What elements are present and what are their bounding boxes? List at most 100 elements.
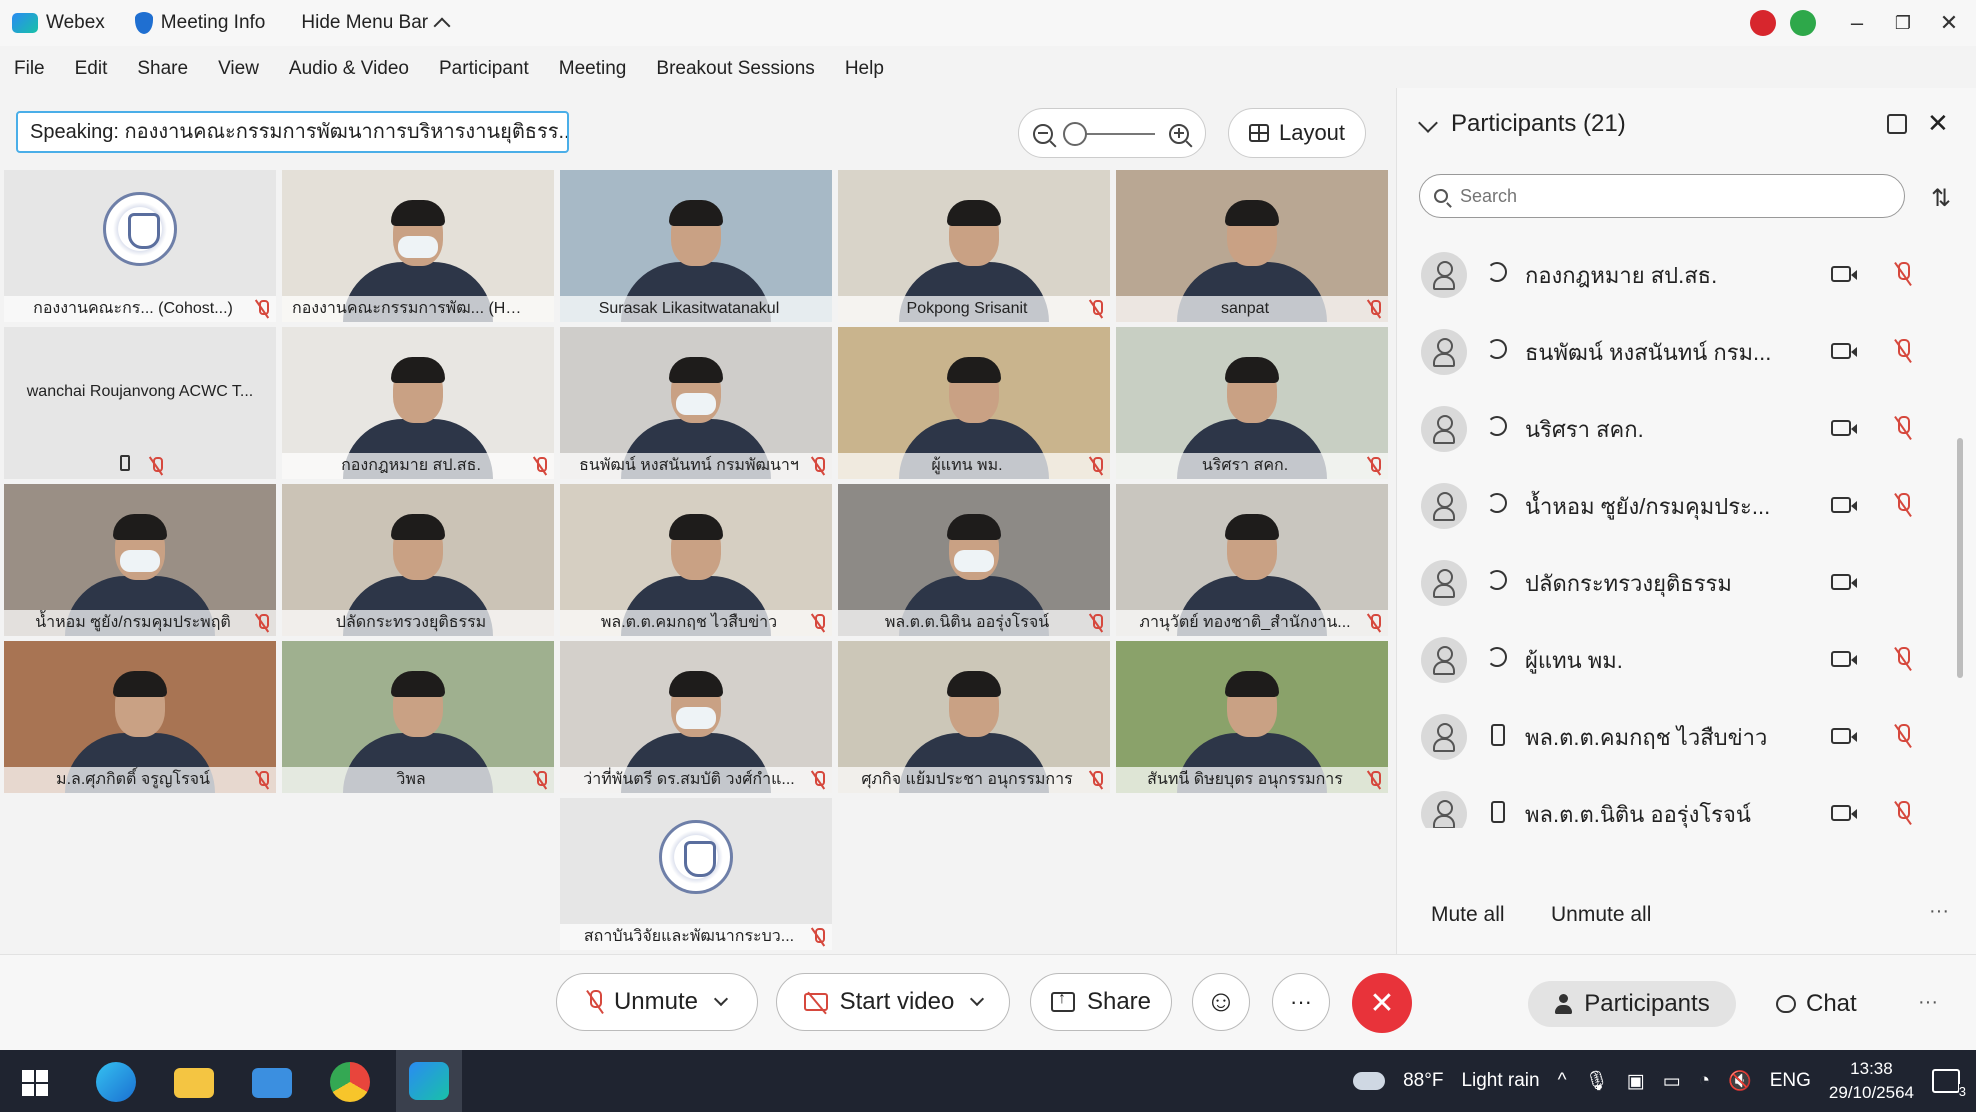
minimize-icon[interactable]: –	[1842, 8, 1872, 38]
edge-browser-icon[interactable]	[96, 1062, 136, 1102]
chevron-down-icon[interactable]	[713, 991, 729, 1007]
microphone-muted-icon[interactable]	[1895, 339, 1911, 363]
recording-indicator-icon[interactable]	[1750, 10, 1776, 36]
video-tile[interactable]: ผู้แทน พม.	[838, 327, 1110, 479]
participant-list-scrollbar[interactable]	[1955, 238, 1965, 878]
zoom-in-icon[interactable]	[1169, 124, 1189, 144]
camera-icon[interactable]	[1831, 728, 1857, 744]
unmute-all-button[interactable]: Unmute all	[1551, 903, 1651, 927]
microphone-muted-icon[interactable]	[1895, 416, 1911, 440]
menu-help[interactable]: Help	[845, 58, 884, 80]
hide-menu-bar-button[interactable]: Hide Menu Bar	[301, 12, 451, 35]
webex-taskbar-app[interactable]	[396, 1050, 462, 1112]
windows-start-icon[interactable]	[22, 1070, 48, 1096]
mail-icon[interactable]	[252, 1068, 292, 1098]
microphone-muted-icon[interactable]	[1895, 801, 1911, 825]
panel-more-options-button[interactable]: ···	[1929, 900, 1949, 923]
sort-icon[interactable]: ⇅	[1931, 184, 1951, 213]
participant-row[interactable]: กองกฎหมาย สป.สธ.	[1419, 238, 1929, 315]
unmute-button[interactable]: Unmute	[556, 973, 758, 1031]
video-tile[interactable]: กองกฎหมาย สป.สธ.	[282, 327, 554, 479]
start-video-button[interactable]: Start video	[776, 973, 1010, 1031]
close-window-icon[interactable]: ✕	[1934, 8, 1964, 38]
video-tile[interactable]: ธนพัฒน์ หงสนันทน์ กรมพัฒนาฯ	[560, 327, 832, 479]
menu-view[interactable]: View	[218, 58, 259, 80]
microphone-muted-icon[interactable]	[1895, 724, 1911, 748]
video-tile[interactable]: ภานุวัตย์ ทองชาติ_สำนักงาน...	[1116, 484, 1388, 636]
chevron-down-icon[interactable]	[970, 991, 985, 1007]
pop-out-icon[interactable]	[1887, 114, 1907, 134]
file-explorer-icon[interactable]	[174, 1068, 214, 1098]
share-button[interactable]: Share	[1030, 973, 1172, 1031]
participant-row[interactable]: พล.ต.ต.คมกฤช ไวสืบข่าว	[1419, 700, 1929, 777]
video-tile[interactable]: นริศรา สคก.	[1116, 327, 1388, 479]
close-panel-icon[interactable]: ✕	[1927, 108, 1949, 139]
temperature[interactable]: 88°F	[1403, 1070, 1443, 1092]
video-tile[interactable]: กองงานคณะกร... (Cohost...)	[4, 170, 276, 322]
collapse-panel-icon[interactable]	[1418, 113, 1438, 133]
toolbar-overflow-button[interactable]: ···	[1918, 991, 1938, 1014]
restore-icon[interactable]: ❐	[1888, 8, 1918, 38]
clock[interactable]: 13:38 29/10/2564	[1829, 1057, 1914, 1105]
layout-button[interactable]: Layout	[1228, 108, 1366, 158]
video-tile[interactable]: น้ำหอม ซูยัง/กรมคุมประพฤติ	[4, 484, 276, 636]
battery-icon[interactable]: ▭	[1663, 1070, 1681, 1093]
camera-icon[interactable]	[1831, 420, 1857, 436]
more-options-button[interactable]: ···	[1272, 973, 1330, 1031]
video-tile[interactable]: ว่าที่พันตรี ดร.สมบัติ วงศ์กำแ...	[560, 641, 832, 793]
camera-icon[interactable]	[1831, 805, 1857, 821]
weather-text[interactable]: Light rain	[1461, 1070, 1539, 1092]
video-tile[interactable]: สถาบันวิจัยและพัฒนากระบว...	[560, 798, 832, 950]
video-tile[interactable]: Surasak Likasitwatanakul	[560, 170, 832, 322]
camera-icon[interactable]	[1831, 497, 1857, 513]
video-tile[interactable]: สันทนี ดิษยบุตร อนุกรรมการ	[1116, 641, 1388, 793]
camera-icon[interactable]	[1831, 343, 1857, 359]
wifi-icon[interactable]: ◔	[1699, 1070, 1710, 1092]
meeting-info-button[interactable]: Meeting Info	[134, 12, 265, 34]
menu-share[interactable]: Share	[137, 58, 188, 80]
camera-icon[interactable]	[1831, 651, 1857, 667]
display-icon[interactable]: ▣	[1627, 1070, 1645, 1093]
participant-search-input[interactable]	[1460, 183, 1880, 209]
weather-cloud-icon[interactable]	[1353, 1072, 1386, 1090]
network-health-icon[interactable]	[1790, 10, 1816, 36]
microphone-muted-icon[interactable]	[1895, 647, 1911, 671]
menu-edit[interactable]: Edit	[75, 58, 108, 80]
video-tile[interactable]: wanchai Roujanvong ACWC T...	[4, 327, 276, 479]
video-tile[interactable]: ม.ล.ศุภกิตติ์ จรูญโรจน์	[4, 641, 276, 793]
chevron-up-icon[interactable]: ^	[1558, 1070, 1567, 1092]
speaker-muted-icon[interactable]: 🔇	[1728, 1069, 1752, 1093]
video-tile[interactable]: sanpat	[1116, 170, 1388, 322]
chrome-icon[interactable]	[330, 1062, 370, 1102]
video-tile[interactable]: ศุภกิจ แย้มประชา อนุกรรมการ	[838, 641, 1110, 793]
zoom-out-icon[interactable]	[1033, 124, 1053, 144]
menu-breakout-sessions[interactable]: Breakout Sessions	[656, 58, 814, 80]
microphone-muted-icon[interactable]	[1895, 493, 1911, 517]
video-tile[interactable]: Pokpong Srisanit	[838, 170, 1110, 322]
menu-meeting[interactable]: Meeting	[559, 58, 627, 80]
menu-file[interactable]: File	[14, 58, 45, 80]
menu-participant[interactable]: Participant	[439, 58, 529, 80]
chat-button[interactable]: Chat	[1776, 981, 1857, 1027]
participants-button[interactable]: Participants	[1528, 981, 1736, 1027]
video-tile[interactable]: พล.ต.ต.คมกฤช ไวสืบข่าว	[560, 484, 832, 636]
menu-audio-video[interactable]: Audio & Video	[289, 58, 409, 80]
video-tile[interactable]: ปลัดกระทรวงยุติธรรม	[282, 484, 554, 636]
mute-all-button[interactable]: Mute all	[1431, 903, 1505, 927]
camera-icon[interactable]	[1831, 574, 1857, 590]
notification-icon[interactable]: 3	[1932, 1069, 1966, 1099]
participant-row[interactable]: ธนพัฒน์ หงสนันทน์ กรม...	[1419, 315, 1929, 392]
microphone-muted-icon[interactable]	[1895, 262, 1911, 286]
end-meeting-button[interactable]: ✕	[1352, 973, 1412, 1033]
reactions-button[interactable]: ☺	[1192, 973, 1250, 1031]
participant-row[interactable]: น้ำหอม ซูยัง/กรมคุมประ...	[1419, 469, 1929, 546]
participant-row[interactable]: ผู้แทน พม.	[1419, 623, 1929, 700]
participant-row[interactable]: พล.ต.ต.นิติน ออรุ่งโรจน์	[1419, 777, 1929, 828]
video-tile[interactable]: พล.ต.ต.นิติน ออรุ่งโรจน์	[838, 484, 1110, 636]
language-indicator[interactable]: ENG	[1770, 1070, 1811, 1092]
video-tile[interactable]: วิพล	[282, 641, 554, 793]
participant-row[interactable]: ปลัดกระทรวงยุติธรรม	[1419, 546, 1929, 623]
video-tile[interactable]: กองงานคณะกรรมการพัฒ... (Host)	[282, 170, 554, 322]
participant-row[interactable]: นริศรา สคก.	[1419, 392, 1929, 469]
camera-icon[interactable]	[1831, 266, 1857, 282]
